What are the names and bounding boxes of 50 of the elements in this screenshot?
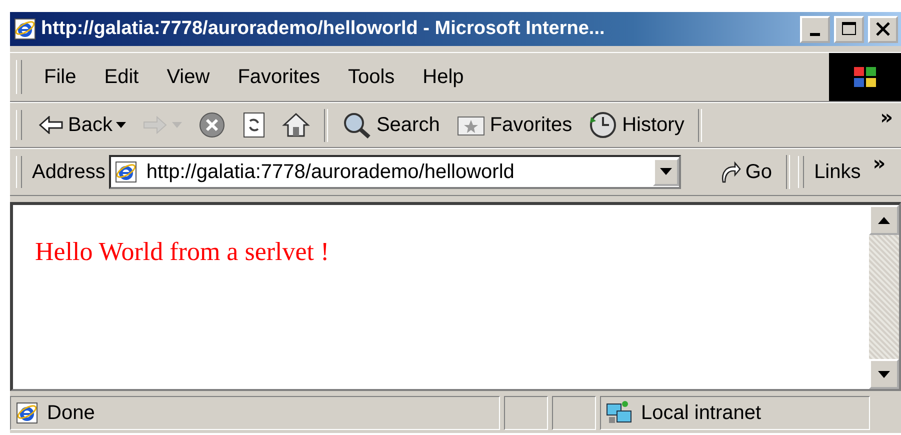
address-field[interactable]: http://galatia:7778/aurorademo/helloworld: [109, 155, 682, 189]
favorites-button[interactable]: Favorites: [450, 111, 578, 139]
caret-icon: [172, 122, 182, 128]
browser-icon: [13, 17, 37, 41]
menu-item[interactable]: Help: [410, 62, 476, 92]
address-label: Address: [32, 160, 106, 184]
maximize-button[interactable]: [834, 16, 864, 42]
status-text: Done: [47, 402, 95, 424]
refresh-icon: [242, 111, 266, 139]
caret-icon: [116, 122, 126, 128]
network-computers-icon: [605, 400, 633, 426]
menu-item[interactable]: File: [32, 62, 88, 92]
down-arrow-icon: [878, 370, 890, 378]
scroll-down-button[interactable]: [869, 359, 899, 389]
status-panel: [504, 396, 548, 430]
page-text: Hello World from a serlvet !: [35, 237, 330, 266]
maximize-icon: [841, 21, 857, 37]
minimize-icon: [810, 32, 820, 36]
history-button[interactable]: History: [582, 109, 690, 141]
back-button[interactable]: Back: [32, 112, 132, 138]
go-button[interactable]: Go: [713, 158, 778, 186]
browser-icon: [114, 160, 138, 184]
close-button[interactable]: [868, 16, 898, 42]
search-button[interactable]: Search: [336, 109, 446, 141]
back-arrow-icon: [38, 116, 64, 134]
dropdown-button[interactable]: [653, 158, 680, 186]
scroll-up-button[interactable]: [869, 205, 899, 235]
browser-icon: [15, 401, 39, 425]
search-icon: [342, 111, 372, 139]
close-icon: [875, 21, 891, 37]
home-icon: [282, 112, 310, 138]
menu-item[interactable]: Edit: [92, 62, 151, 92]
more-button[interactable]: »: [880, 105, 893, 129]
links-label: Links: [814, 160, 861, 184]
menu-item[interactable]: View: [154, 62, 222, 92]
stop-icon: [198, 111, 226, 139]
scrollbar[interactable]: [869, 205, 899, 389]
menu-item[interactable]: Tools: [336, 62, 407, 92]
minimize-button[interactable]: [800, 16, 830, 42]
caret-icon: [660, 168, 672, 176]
curved-arrow-icon: [719, 160, 742, 184]
more-button[interactable]: »: [872, 151, 886, 175]
zone-text: Local intranet: [641, 402, 762, 424]
menu-item[interactable]: Favorites: [226, 62, 332, 92]
windows-flag-icon: [852, 65, 878, 89]
up-arrow-icon: [878, 216, 890, 224]
window-title: http://galatia:7778/aurorademo/helloworld - Microsoft Interne...: [41, 18, 606, 40]
status-panel: [552, 396, 596, 430]
clock-icon: [588, 111, 618, 139]
forward-arrow-icon: [142, 116, 168, 134]
